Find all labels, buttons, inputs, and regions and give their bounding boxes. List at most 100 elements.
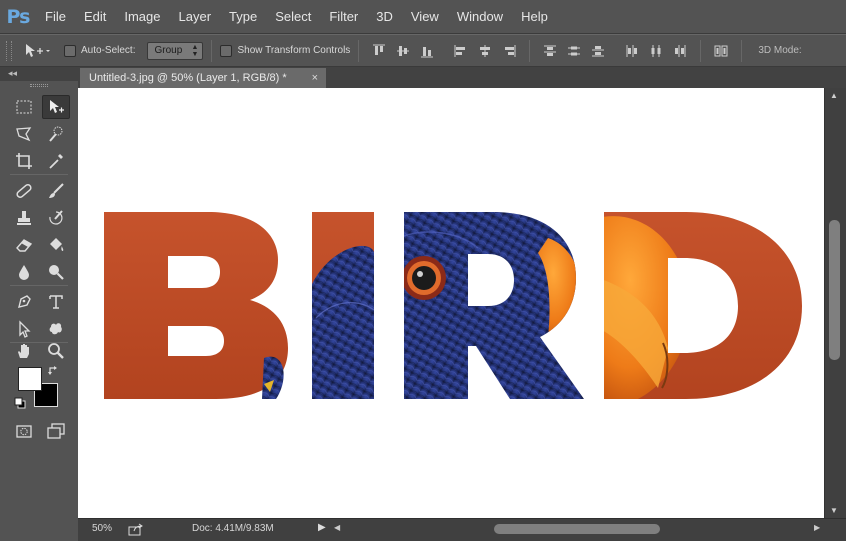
auto-select-target-dropdown[interactable]: Group ▲ ▼ bbox=[147, 41, 204, 60]
pen-tool[interactable] bbox=[10, 290, 38, 314]
quick-mask-icon bbox=[16, 425, 32, 438]
show-transform-controls-label: Show Transform Controls bbox=[237, 45, 351, 56]
canvas-artwork bbox=[104, 212, 802, 399]
align-horizontal-centers-button[interactable] bbox=[476, 42, 494, 60]
feather-detail bbox=[262, 356, 284, 399]
3d-mode-label: 3D Mode: bbox=[758, 45, 802, 56]
scroll-left-arrow-icon[interactable]: ◀ bbox=[334, 523, 340, 532]
menu-window[interactable]: Window bbox=[448, 0, 512, 34]
dodge-tool[interactable] bbox=[42, 260, 70, 284]
menu-file[interactable]: File bbox=[36, 0, 75, 34]
quick-selection-icon bbox=[49, 126, 63, 142]
custom-shape-icon bbox=[49, 323, 62, 335]
scroll-up-arrow-icon[interactable]: ▲ bbox=[830, 91, 838, 100]
rectangular-marquee-tool[interactable] bbox=[10, 95, 38, 119]
align-vcenter-icon bbox=[397, 45, 410, 56]
document-tab-bar: Untitled-3.jpg @ 50% (Layer 1, RGB/8) * … bbox=[78, 67, 846, 88]
spot-healing-brush-tool[interactable] bbox=[10, 179, 38, 203]
divider bbox=[529, 39, 531, 62]
zoom-tool[interactable] bbox=[42, 339, 70, 363]
distribute-horizontal-centers-button[interactable] bbox=[647, 42, 665, 60]
menu-3d[interactable]: 3D bbox=[367, 0, 402, 34]
tool-preset-picker[interactable] bbox=[20, 40, 50, 62]
menu-type[interactable]: Type bbox=[220, 0, 266, 34]
menu-bar: Ps File Edit Image Layer Type Select Fil… bbox=[0, 0, 846, 34]
show-transform-controls-checkbox[interactable] bbox=[220, 44, 233, 57]
document-tab[interactable]: Untitled-3.jpg @ 50% (Layer 1, RGB/8) * … bbox=[80, 68, 326, 88]
hand-tool[interactable] bbox=[10, 339, 38, 363]
move-tool-icon bbox=[26, 43, 50, 57]
scroll-down-arrow-icon[interactable]: ▼ bbox=[830, 506, 838, 515]
toolbox-grip[interactable] bbox=[0, 81, 78, 89]
scroll-right-arrow-icon[interactable]: ▶ bbox=[814, 523, 820, 532]
letter-b bbox=[104, 212, 288, 399]
status-bar: 50% Doc: 4.41M/9.83M ▶ ◀ ▶ bbox=[78, 518, 846, 541]
distribute-right-edges-button[interactable] bbox=[671, 42, 689, 60]
menu-layer[interactable]: Layer bbox=[170, 0, 221, 34]
crop-icon bbox=[16, 153, 32, 169]
swap-colors-icon[interactable] bbox=[48, 365, 60, 377]
eraser-tool[interactable] bbox=[10, 233, 38, 257]
menu-select[interactable]: Select bbox=[266, 0, 320, 34]
screen-mode-button[interactable] bbox=[42, 419, 70, 443]
auto-align-layers-button[interactable] bbox=[712, 42, 730, 60]
align-top-edges-button[interactable] bbox=[370, 42, 388, 60]
distribute-right-icon bbox=[675, 44, 686, 57]
horizontal-scrollbar-thumb[interactable] bbox=[494, 524, 660, 534]
type-icon bbox=[49, 295, 63, 309]
bandage-icon bbox=[16, 184, 32, 198]
distribute-top-icon bbox=[544, 45, 557, 56]
auto-select-checkbox[interactable] bbox=[64, 44, 76, 57]
distribute-vertical-centers-button[interactable] bbox=[565, 42, 583, 60]
auto-select-target-value: Group bbox=[154, 45, 183, 56]
menu-help[interactable]: Help bbox=[512, 0, 557, 34]
eyedropper-icon bbox=[49, 154, 63, 169]
eyedropper-tool[interactable] bbox=[42, 149, 70, 173]
divider bbox=[741, 39, 743, 62]
blur-tool[interactable] bbox=[10, 260, 38, 284]
history-brush-icon bbox=[49, 210, 63, 225]
menu-edit[interactable]: Edit bbox=[75, 0, 115, 34]
align-left-edges-button[interactable] bbox=[452, 42, 470, 60]
vertical-scrollbar[interactable]: ▲ ▼ bbox=[824, 88, 846, 518]
auto-align-icon bbox=[714, 45, 728, 56]
align-vertical-centers-button[interactable] bbox=[394, 42, 412, 60]
document-tab-title: Untitled-3.jpg @ 50% (Layer 1, RGB/8) * bbox=[89, 72, 287, 84]
default-colors-icon[interactable] bbox=[14, 397, 26, 409]
brush-tool[interactable] bbox=[42, 179, 70, 203]
clone-stamp-tool[interactable] bbox=[10, 206, 38, 230]
lasso-tool[interactable] bbox=[10, 122, 38, 146]
path-selection-icon bbox=[19, 320, 31, 338]
close-document-icon[interactable]: × bbox=[312, 68, 318, 88]
type-tool[interactable] bbox=[42, 290, 70, 314]
crop-tool[interactable] bbox=[10, 149, 38, 173]
paint-bucket-tool[interactable] bbox=[42, 233, 70, 257]
align-right-edges-button[interactable] bbox=[500, 42, 518, 60]
share-icon[interactable] bbox=[128, 522, 144, 536]
custom-shape-tool[interactable] bbox=[42, 317, 70, 341]
distribute-top-edges-button[interactable] bbox=[541, 42, 559, 60]
magnifier-dodge-icon bbox=[49, 265, 64, 280]
toolbox-collapse-button[interactable]: ◂◂ bbox=[0, 67, 78, 81]
letter-r bbox=[404, 212, 584, 399]
history-brush-tool[interactable] bbox=[42, 206, 70, 230]
menu-filter[interactable]: Filter bbox=[320, 0, 367, 34]
align-bottom-edges-button[interactable] bbox=[418, 42, 436, 60]
move-tool[interactable] bbox=[42, 95, 70, 119]
distribute-left-edges-button[interactable] bbox=[623, 42, 641, 60]
eraser-icon bbox=[16, 239, 33, 252]
menu-view[interactable]: View bbox=[402, 0, 448, 34]
quick-mask-button[interactable] bbox=[10, 419, 38, 443]
marquee-icon bbox=[16, 100, 32, 114]
vertical-scrollbar-thumb[interactable] bbox=[829, 220, 840, 360]
status-menu-arrow-icon[interactable]: ▶ bbox=[318, 522, 326, 533]
divider bbox=[700, 39, 702, 62]
foreground-color-swatch[interactable] bbox=[18, 367, 42, 391]
quick-selection-tool[interactable] bbox=[42, 122, 70, 146]
path-selection-tool[interactable] bbox=[10, 317, 38, 341]
document-canvas[interactable] bbox=[78, 88, 824, 518]
options-bar-grip[interactable] bbox=[6, 40, 12, 61]
menu-image[interactable]: Image bbox=[115, 0, 169, 34]
zoom-level-field[interactable]: 50% bbox=[92, 523, 112, 534]
distribute-bottom-edges-button[interactable] bbox=[589, 42, 607, 60]
